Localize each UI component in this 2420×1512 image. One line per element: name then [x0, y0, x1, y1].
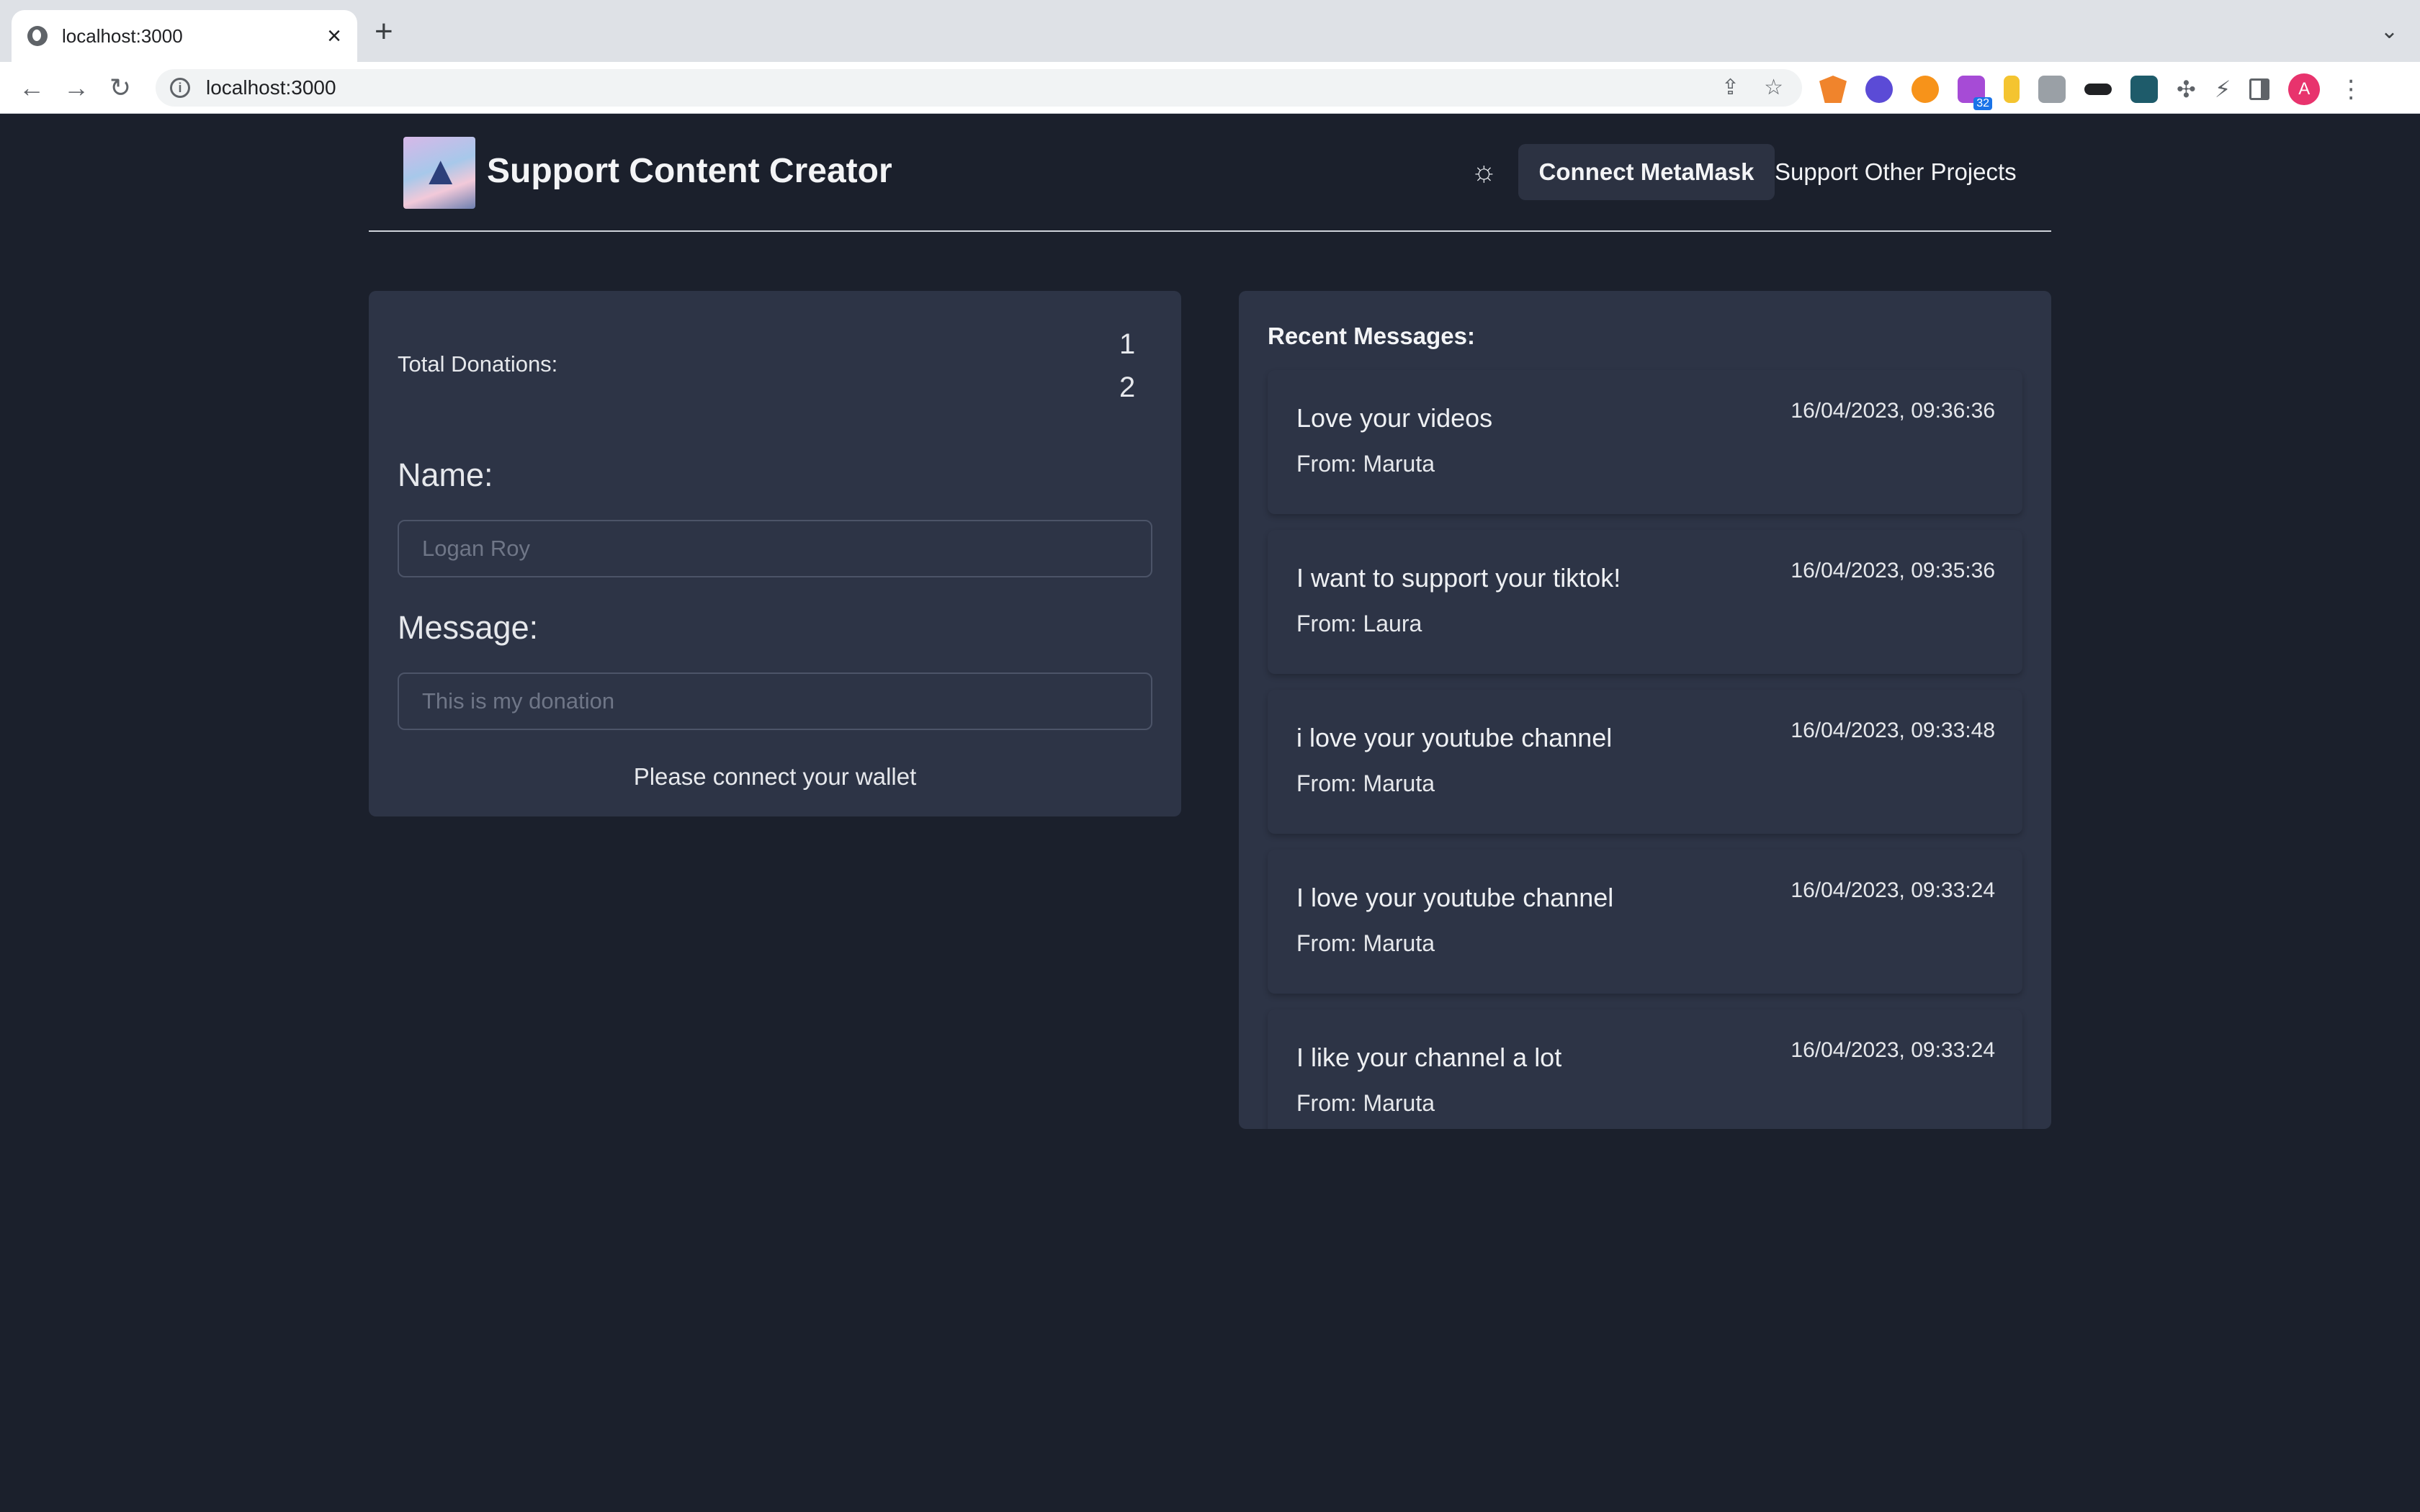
support-other-projects-link[interactable]: Support Other Projects — [1775, 158, 2017, 186]
extension-badge: 32 — [1973, 97, 1992, 110]
address-bar[interactable]: i localhost:3000 ⇪ ☆ — [156, 69, 1802, 107]
message-text: Love your videos — [1296, 403, 1493, 433]
share-icon[interactable]: ⇪ — [1721, 75, 1739, 100]
site-header: Support Content Creator ☼ Connect MetaMa… — [369, 114, 2051, 232]
connect-metamask-button[interactable]: Connect MetaMask — [1518, 144, 1775, 200]
recent-messages-title: Recent Messages: — [1268, 323, 1475, 349]
message-timestamp: 16/04/2023, 09:33:48 — [1791, 719, 1995, 742]
message-timestamp: 16/04/2023, 09:33:24 — [1791, 878, 1995, 902]
total-donations-label: Total Donations: — [398, 351, 558, 377]
sun-icon[interactable]: ☼ — [1471, 157, 1497, 186]
bitcoin-extension-icon[interactable] — [1912, 76, 1939, 103]
key-extension-icon[interactable] — [2004, 76, 2020, 103]
forward-arrow-icon[interactable]: → — [63, 72, 89, 104]
message-item: Love your videos From: Maruta 16/04/2023… — [1268, 370, 2022, 514]
lightning-extension-icon[interactable]: ⚡ — [2215, 76, 2231, 103]
site-info-icon[interactable]: i — [170, 78, 190, 98]
bookmark-star-icon[interactable]: ☆ — [1764, 75, 1783, 100]
tab-search-chevron-icon[interactable]: ⌄ — [2380, 19, 2398, 44]
message-item: i love your youtube channel From: Maruta… — [1268, 690, 2022, 834]
back-arrow-icon[interactable]: ← — [19, 72, 45, 104]
message-item: I want to support your tiktok! From: Lau… — [1268, 530, 2022, 674]
site-logo[interactable] — [403, 137, 475, 209]
page-content: Support Content Creator ☼ Connect MetaMa… — [0, 114, 2420, 1512]
connect-wallet-notice: Please connect your wallet — [633, 763, 917, 790]
tab-title: localhost:3000 — [62, 24, 183, 47]
close-tab-icon[interactable]: × — [327, 24, 341, 48]
reload-icon[interactable]: ↻ — [109, 72, 131, 104]
glasses-extension-icon[interactable] — [2084, 84, 2112, 95]
recent-messages-card: Recent Messages: Love your videos From: … — [1239, 291, 2051, 1129]
gem-extension-icon[interactable]: 32 — [1958, 76, 1992, 110]
message-item: I love your youtube channel From: Maruta… — [1268, 850, 2022, 994]
message-text: I love your youtube channel — [1296, 883, 1614, 912]
message-sender: From: Maruta — [1296, 770, 1435, 796]
browser-menu-icon[interactable]: ⋮ — [2339, 77, 2363, 102]
browser-tab-strip: localhost:3000 × + ⌄ — [0, 0, 2420, 62]
name-input[interactable] — [398, 520, 1152, 577]
globe-icon — [27, 26, 48, 46]
url-text: localhost:3000 — [206, 76, 336, 99]
message-text: i love your youtube channel — [1296, 723, 1613, 752]
adobe-extension-icon[interactable] — [2130, 76, 2158, 103]
metamask-extension-icon[interactable] — [1819, 76, 1847, 103]
profile-avatar[interactable]: A — [2288, 73, 2321, 105]
message-sender: From: Laura — [1296, 611, 1422, 636]
message-timestamp: 16/04/2023, 09:33:24 — [1791, 1038, 1995, 1062]
fb-extension-icon[interactable] — [2038, 76, 2066, 103]
message-sender: From: Maruta — [1296, 930, 1435, 956]
new-tab-button[interactable]: + — [375, 16, 393, 48]
extensions-area: 32 ✣ ⚡ A ⋮ — [1819, 73, 2363, 110]
message-text: I want to support your tiktok! — [1296, 563, 1621, 593]
puzzle-extensions-icon[interactable]: ✣ — [2177, 76, 2196, 103]
message-item: I like your channel a lot From: Maruta 1… — [1268, 1009, 2022, 1129]
donation-card: Total Donations: 12 Name: Message: Pleas… — [369, 291, 1181, 816]
browser-tab[interactable]: localhost:3000 × — [12, 10, 357, 62]
message-timestamp: 16/04/2023, 09:35:36 — [1791, 559, 1995, 582]
side-panel-icon[interactable] — [2249, 78, 2270, 100]
message-text: I like your channel a lot — [1296, 1043, 1562, 1072]
message-sender: From: Maruta — [1296, 1090, 1435, 1116]
site-title: Support Content Creator — [487, 152, 892, 190]
message-label: Message: — [398, 609, 539, 646]
wallet-extension-icon[interactable] — [1865, 76, 1893, 103]
message-sender: From: Maruta — [1296, 451, 1435, 477]
message-input[interactable] — [398, 672, 1152, 730]
browser-toolbar: ← → ↻ i localhost:3000 ⇪ ☆ 32 ✣ ⚡ A ⋮ — [0, 62, 2420, 114]
message-timestamp: 16/04/2023, 09:36:36 — [1791, 399, 1995, 423]
total-donations-value: 12 — [1119, 328, 1136, 403]
message-list: Love your videos From: Maruta 16/04/2023… — [1268, 370, 2022, 1129]
name-label: Name: — [398, 456, 493, 493]
